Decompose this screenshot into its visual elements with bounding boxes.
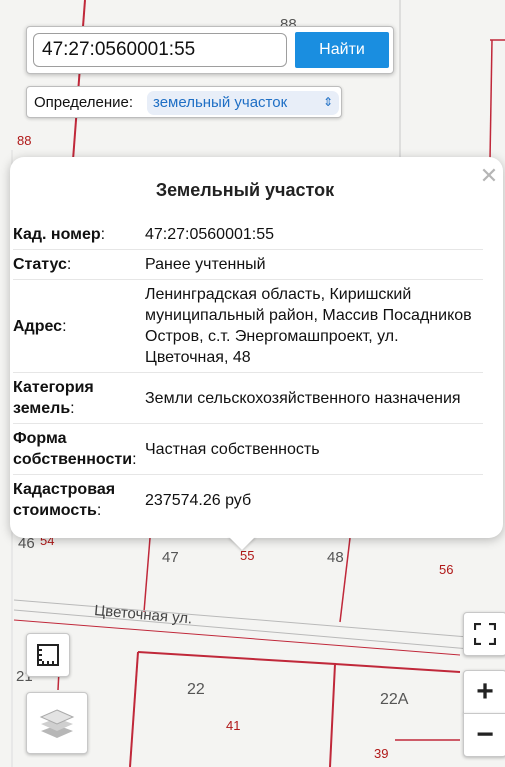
popup-pointer bbox=[228, 536, 256, 550]
definition-selected-value: земельный участок bbox=[153, 94, 288, 111]
map-label: 47 bbox=[162, 549, 179, 566]
table-row: Адрес: Ленинградская область, Киришский … bbox=[13, 279, 483, 373]
row-value: Земли сельскохозяйственного назначения bbox=[145, 372, 483, 424]
close-icon[interactable]: ✕ bbox=[479, 163, 499, 189]
map-label: 48 bbox=[327, 549, 344, 566]
row-value: Ленинградская область, Киришский муницип… bbox=[145, 279, 483, 373]
layers-icon bbox=[39, 709, 75, 738]
cadastral-number-input[interactable] bbox=[33, 33, 287, 67]
parcel-info-table: Кад. номер: 47:27:0560001:55 Статус: Ран… bbox=[13, 220, 483, 525]
map-label: 56 bbox=[439, 562, 454, 577]
popup-title: Земельный участок bbox=[155, 180, 335, 200]
table-row: Статус: Ранее учтенный bbox=[13, 249, 483, 280]
table-row: Категория земель: Земли сельскохозяйстве… bbox=[13, 372, 483, 424]
map-label: 39 bbox=[374, 746, 389, 761]
row-value: Частная собственность bbox=[145, 423, 483, 475]
fullscreen-button[interactable] bbox=[463, 612, 505, 656]
parcel-info-popup: ✕ Земельный участок Кад. номер: 47:27:05… bbox=[10, 157, 503, 538]
ruler-button[interactable] bbox=[26, 633, 70, 677]
row-key: Кад. номер bbox=[13, 226, 101, 243]
find-button[interactable]: Найти bbox=[295, 32, 389, 68]
map-label: 88 bbox=[17, 133, 32, 148]
definition-panel: Определение: земельный участок ⇕ bbox=[26, 86, 342, 118]
row-value: 47:27:0560001:55 bbox=[145, 220, 483, 250]
table-row: Форма собственности: Частная собственнос… bbox=[13, 423, 483, 475]
table-row: Кадастровая стоимость: 237574.26 руб bbox=[13, 475, 483, 526]
table-row: Кад. номер: 47:27:0560001:55 bbox=[13, 220, 483, 250]
definition-label: Определение: bbox=[34, 94, 134, 111]
ruler-icon bbox=[37, 644, 59, 666]
fullscreen-icon bbox=[474, 623, 496, 645]
row-key: Статус bbox=[13, 256, 67, 273]
row-value: Ранее учтенный bbox=[145, 249, 483, 280]
layers-button[interactable] bbox=[26, 692, 88, 754]
chevron-updown-icon: ⇕ bbox=[322, 95, 333, 109]
row-key: Форма собственности bbox=[13, 430, 133, 468]
minus-icon: − bbox=[476, 718, 494, 751]
row-key: Категория земель bbox=[13, 379, 94, 417]
row-key: Адрес bbox=[13, 317, 63, 335]
search-panel: Найти bbox=[26, 26, 394, 74]
map-label: 22 bbox=[187, 681, 205, 698]
zoom-out-button[interactable]: − bbox=[463, 713, 505, 757]
zoom-in-button[interactable]: + bbox=[463, 670, 505, 714]
plus-icon: + bbox=[476, 675, 494, 708]
row-value: 237574.26 руб bbox=[145, 491, 252, 509]
map-label: 55 bbox=[240, 548, 255, 563]
map-label: 22А bbox=[380, 691, 409, 708]
definition-select[interactable]: земельный участок ⇕ bbox=[147, 91, 339, 115]
map-label: 41 bbox=[226, 718, 241, 733]
